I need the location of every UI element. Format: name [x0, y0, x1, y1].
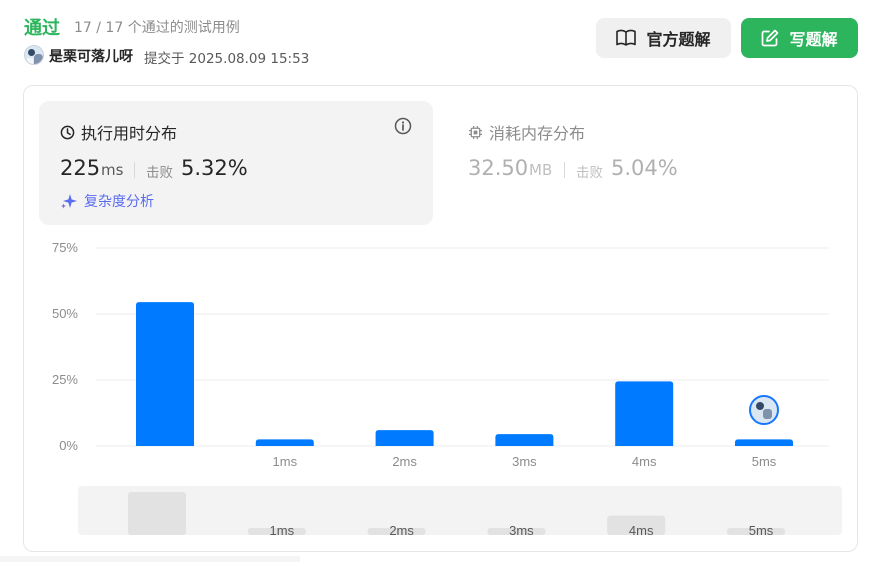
submission-time: 提交于 2025.08.09 15:53 — [144, 51, 310, 67]
memory-beat-value: 5.04% — [611, 156, 678, 180]
complexity-analysis-link[interactable]: 复杂度分析 — [60, 191, 154, 211]
memory-title-text: 消耗内存分布 — [489, 124, 586, 143]
testcase-summary: 17 / 17 个通过的测试用例 — [74, 20, 240, 36]
edit-icon — [762, 29, 779, 47]
memory-beat-label: 击败 — [576, 165, 603, 181]
runtime-title: 执行用时分布 — [60, 120, 177, 144]
divider — [134, 162, 135, 178]
avatar[interactable] — [24, 45, 44, 65]
memory-unit: MB — [529, 161, 553, 179]
book-icon — [616, 29, 637, 46]
runtime-beat-label: 击败 — [146, 165, 173, 181]
runtime-value: 225 — [60, 156, 101, 180]
memory-tab[interactable]: 消耗内存分布 — [468, 120, 585, 144]
divider — [564, 162, 565, 178]
runtime-beat-value: 5.32% — [181, 156, 248, 180]
memory-value: 32.50 — [468, 156, 529, 180]
clock-icon — [60, 125, 75, 139]
runtime-unit: ms — [101, 161, 124, 179]
result-status: 通过 — [24, 18, 60, 39]
write-solution-button[interactable]: 写题解 — [741, 18, 858, 58]
scrollbar-track — [0, 556, 300, 562]
complexity-analysis-label: 复杂度分析 — [84, 194, 154, 210]
official-solution-button[interactable]: 官方题解 — [596, 18, 731, 58]
runtime-title-text: 执行用时分布 — [81, 124, 178, 143]
chip-icon — [468, 125, 483, 139]
write-solution-label: 写题解 — [789, 30, 838, 49]
info-icon[interactable] — [394, 117, 412, 135]
sparkle-icon — [61, 194, 77, 209]
official-solution-label: 官方题解 — [646, 30, 711, 49]
username-link[interactable]: 是栗可落儿呀 — [49, 46, 133, 66]
